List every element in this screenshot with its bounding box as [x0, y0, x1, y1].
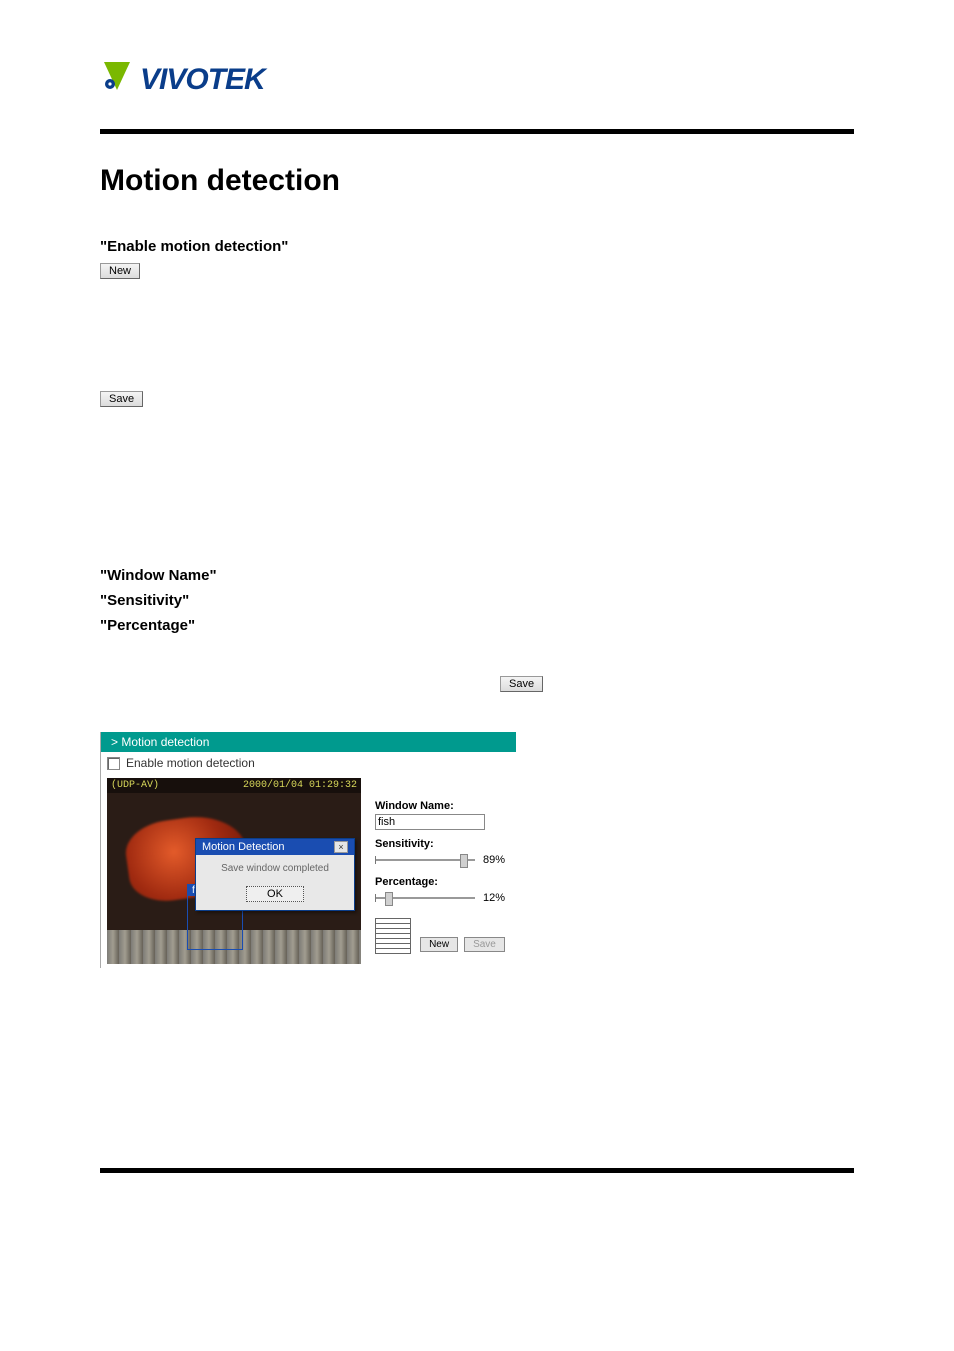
bottom-divider — [100, 1168, 854, 1173]
enable-checkbox-row[interactable]: Enable motion detection — [101, 752, 516, 774]
window-name-label: "Window Name" — [100, 567, 854, 584]
page-title: Motion detection — [100, 164, 854, 198]
panel-save-button[interactable]: Save — [464, 937, 505, 952]
save-button[interactable]: Save — [100, 391, 143, 407]
video-protocol-label: (UDP-AV) — [111, 780, 159, 791]
brand-logo: VIVOTEK — [100, 60, 854, 99]
percentage-label: "Percentage" — [100, 617, 854, 634]
shot-header: > Motion detection — [101, 732, 516, 752]
save-complete-dialog: Motion Detection × Save window completed… — [195, 838, 355, 911]
dialog-close-icon[interactable]: × — [334, 841, 348, 853]
sensitivity-value: 89% — [483, 854, 505, 866]
mid-save-button[interactable]: Save — [500, 676, 543, 692]
percentage-value: 12% — [483, 892, 505, 904]
enable-checkbox-label: Enable motion detection — [126, 756, 255, 770]
dialog-ok-button[interactable]: OK — [246, 886, 304, 902]
panel-new-button[interactable]: New — [420, 937, 458, 952]
percentage-slider[interactable] — [375, 890, 475, 906]
panel-window-name-label: Window Name: — [375, 800, 516, 812]
new-button[interactable]: New — [100, 263, 140, 279]
vivotek-mark-icon — [100, 60, 134, 99]
motion-detection-screenshot: > Motion detection Enable motion detecti… — [100, 732, 516, 968]
window-name-input[interactable] — [375, 814, 485, 830]
video-timestamp: 2000/01/04 01:29:32 — [243, 780, 357, 791]
dialog-title: Motion Detection — [202, 841, 285, 853]
activity-indicator-icon — [375, 918, 411, 954]
enable-motion-detection-label: "Enable motion detection" — [100, 238, 854, 255]
sensitivity-slider[interactable] — [375, 852, 475, 868]
enable-checkbox[interactable] — [107, 757, 120, 770]
sensitivity-label: "Sensitivity" — [100, 592, 854, 609]
video-preview: (UDP-AV) 2000/01/04 01:29:32 fish Motion… — [107, 778, 361, 964]
settings-panel: Window Name: Sensitivity: 89% — [375, 778, 516, 964]
panel-percentage-label: Percentage: — [375, 876, 516, 888]
dialog-message: Save window completed — [202, 863, 348, 874]
brand-logo-text: VIVOTEK — [140, 63, 265, 97]
top-divider — [100, 129, 854, 134]
panel-sensitivity-label: Sensitivity: — [375, 838, 516, 850]
